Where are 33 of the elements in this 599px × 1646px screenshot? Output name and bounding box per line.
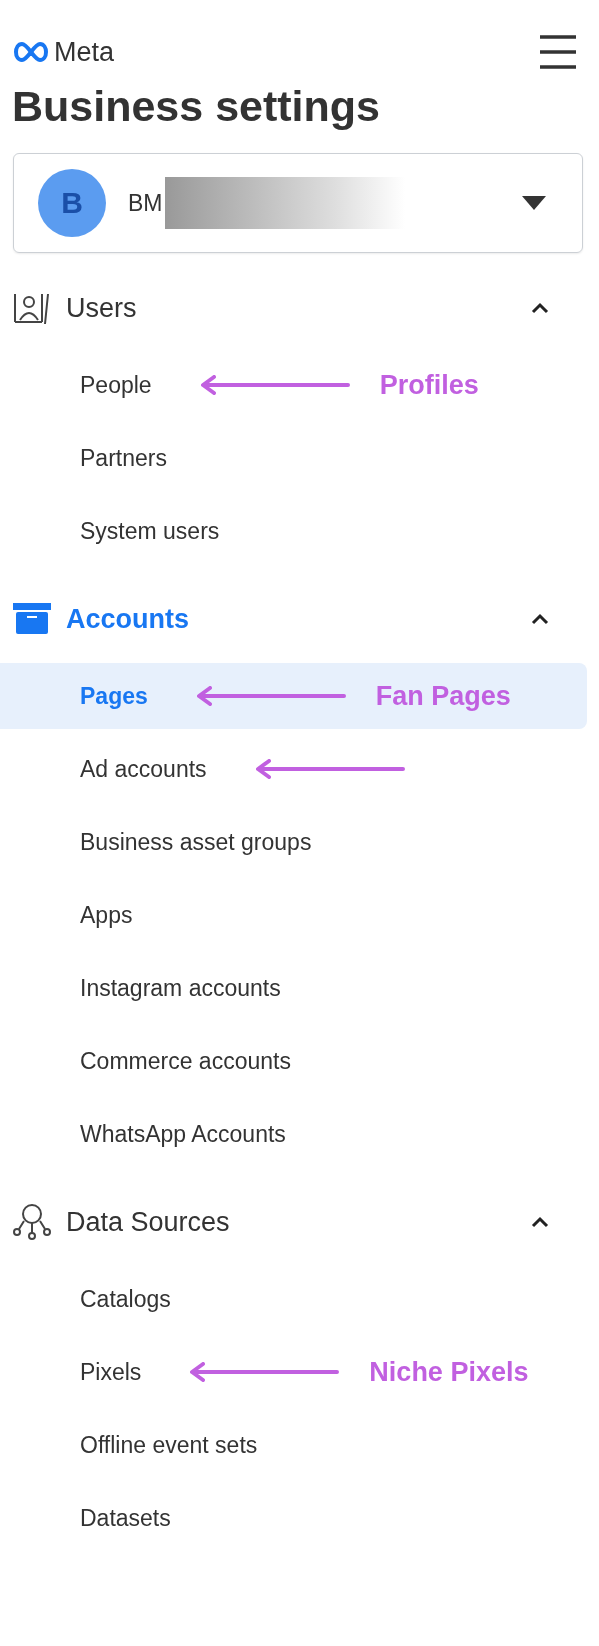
- infinity-logo-icon: [12, 40, 50, 64]
- section-header[interactable]: Data Sources: [66, 1206, 531, 1238]
- nav-item[interactable]: People Profiles: [0, 352, 587, 418]
- nav-item[interactable]: Ad accounts: [0, 736, 587, 802]
- nav-item[interactable]: WhatsApp Accounts: [0, 1101, 587, 1167]
- archive-box-icon: [12, 602, 52, 636]
- network-nodes-icon: [12, 1202, 52, 1242]
- nav-item[interactable]: Datasets: [0, 1485, 587, 1551]
- nav-item[interactable]: Pixels Niche Pixels: [0, 1339, 587, 1405]
- chevron-up-icon[interactable]: [531, 613, 549, 625]
- section-header[interactable]: Accounts: [66, 603, 531, 635]
- nav-item[interactable]: System users: [0, 498, 587, 564]
- annotation-text: Niche Pixels: [369, 1356, 529, 1388]
- account-selector[interactable]: B BM: [13, 153, 583, 253]
- nav-item[interactable]: Partners: [0, 425, 587, 491]
- page-title: Business settings: [12, 82, 381, 131]
- nav-item[interactable]: Apps: [0, 882, 587, 948]
- dropdown-caret-icon: [522, 196, 546, 210]
- nav-item[interactable]: Offline event sets: [0, 1412, 587, 1478]
- nav-item[interactable]: Business asset groups: [0, 809, 587, 875]
- logo-text: Meta: [54, 36, 115, 68]
- account-avatar: B: [38, 169, 106, 237]
- annotation-text: Fan Pages: [375, 680, 511, 712]
- chevron-up-icon[interactable]: [531, 1216, 549, 1228]
- section-header[interactable]: Users: [66, 292, 531, 324]
- chevron-up-icon[interactable]: [531, 302, 549, 314]
- account-name: BM: [128, 189, 163, 217]
- annotation-text: Profiles: [379, 369, 479, 401]
- nav-item[interactable]: Commerce accounts: [0, 1028, 587, 1094]
- nav-item[interactable]: Instagram accounts: [0, 955, 587, 1021]
- nav-item[interactable]: Catalogs: [0, 1266, 587, 1332]
- selected-nav-item[interactable]: Pages Fan Pages: [0, 663, 587, 729]
- menu-icon[interactable]: [539, 34, 577, 70]
